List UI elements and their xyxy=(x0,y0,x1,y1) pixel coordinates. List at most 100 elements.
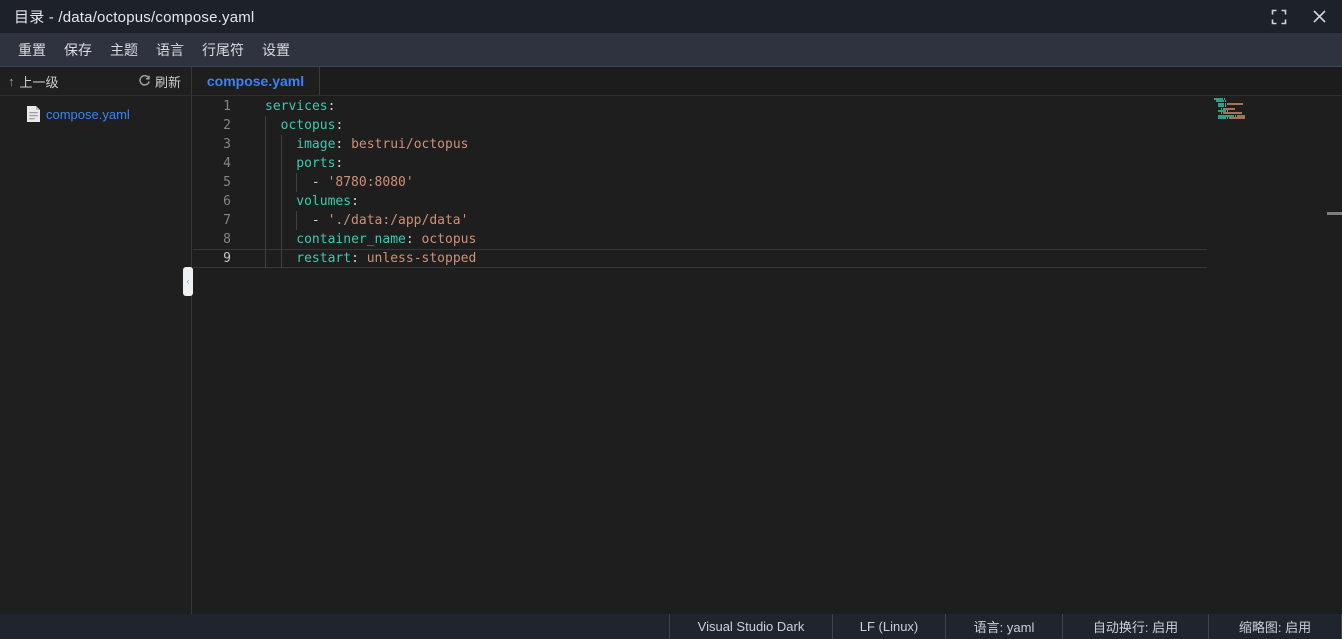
token-key: container_name xyxy=(296,230,406,249)
token-key: services xyxy=(265,97,328,116)
token-punc: : xyxy=(351,192,359,211)
code-text: ports: xyxy=(240,154,343,173)
code-line[interactable]: 6volumes: xyxy=(192,192,1342,211)
token-punc: : xyxy=(406,230,422,249)
editor-app: 目录 - /data/octopus/compose.yaml 重置 xyxy=(0,0,1342,639)
code-line[interactable]: 2octopus: xyxy=(192,116,1342,135)
indent-guide xyxy=(296,211,312,230)
token-punc: : xyxy=(335,116,343,135)
code-text: restart: unless-stopped xyxy=(240,249,476,268)
indent-guide xyxy=(281,135,297,154)
code-text: container_name: octopus xyxy=(240,230,476,249)
indent-guide xyxy=(281,249,297,268)
token-punc: : xyxy=(328,97,336,116)
indent-guide xyxy=(281,230,297,249)
up-arrow-icon: ↑ xyxy=(8,74,15,89)
file-tree: compose.yaml xyxy=(0,96,191,126)
tab-label: compose.yaml xyxy=(207,73,304,89)
menu-bar: 重置保存主题语言行尾符设置 xyxy=(0,33,1342,67)
code-text: services: xyxy=(240,97,335,116)
token-str: './data:/app/data' xyxy=(328,211,469,230)
sidebar-collapse-handle[interactable]: ‹ xyxy=(183,267,193,296)
title-bar: 目录 - /data/octopus/compose.yaml xyxy=(0,0,1342,33)
code-line[interactable]: 8container_name: octopus xyxy=(192,230,1342,249)
sidebar-header: ↑ 上一级 刷新 xyxy=(0,67,191,96)
status-item-4[interactable]: 缩略图: 启用 xyxy=(1208,614,1342,639)
file-name: compose.yaml xyxy=(46,107,130,122)
tab-bar: compose.yaml xyxy=(192,67,1342,96)
status-item-3[interactable]: 自动换行: 启用 xyxy=(1062,614,1208,639)
indent-guide xyxy=(281,154,297,173)
token-str: '8780:8080' xyxy=(328,173,414,192)
code-line[interactable]: 1services: xyxy=(192,97,1342,116)
line-number: 1 xyxy=(192,97,240,116)
code-line[interactable]: 7- './data:/app/data' xyxy=(192,211,1342,230)
token-str: octopus xyxy=(422,230,477,249)
file-icon xyxy=(26,105,41,123)
indent-guide xyxy=(265,135,281,154)
refresh-button[interactable]: 刷新 xyxy=(138,72,181,91)
token-key: octopus xyxy=(281,116,336,135)
window-title: 目录 - /data/octopus/compose.yaml xyxy=(14,6,254,27)
code-lines: 1services:2octopus:3image: bestrui/octop… xyxy=(192,97,1342,268)
indent-guide xyxy=(265,230,281,249)
code-text: volumes: xyxy=(240,192,359,211)
fullscreen-icon xyxy=(1271,9,1287,25)
refresh-label: 刷新 xyxy=(155,72,181,91)
token-key: ports xyxy=(296,154,335,173)
fullscreen-button[interactable] xyxy=(1270,8,1288,26)
line-number: 7 xyxy=(192,211,240,230)
menu-item-5[interactable]: 设置 xyxy=(260,36,292,64)
token-punc: - xyxy=(312,211,328,230)
chevron-left-icon: ‹ xyxy=(187,277,190,286)
token-key: restart xyxy=(296,249,351,268)
editor-column: compose.yaml 1services:2octopus:3image: … xyxy=(192,67,1342,614)
indent-guide xyxy=(281,192,297,211)
token-punc: : xyxy=(351,249,367,268)
file-sidebar: ↑ 上一级 刷新 compose.yaml xyxy=(0,67,192,614)
go-up-button[interactable]: ↑ 上一级 xyxy=(8,72,59,91)
token-str: unless-stopped xyxy=(367,249,477,268)
window-controls xyxy=(1270,8,1328,26)
token-key: volumes xyxy=(296,192,351,211)
indent-guide xyxy=(296,173,312,192)
token-str: bestrui/octopus xyxy=(351,135,468,154)
token-punc: : xyxy=(335,135,351,154)
indent-guide xyxy=(265,249,281,268)
indent-guide xyxy=(265,173,281,192)
code-text: - './data:/app/data' xyxy=(240,211,468,230)
line-number: 9 xyxy=(192,249,240,268)
indent-guide xyxy=(265,211,281,230)
indent-guide xyxy=(281,173,297,192)
line-number: 3 xyxy=(192,135,240,154)
line-number: 6 xyxy=(192,192,240,211)
main-area: ↑ 上一级 刷新 compose.yaml ‹ compose.yaml xyxy=(0,67,1342,614)
indent-guide xyxy=(265,116,281,135)
code-text: image: bestrui/octopus xyxy=(240,135,468,154)
code-line[interactable]: 5- '8780:8080' xyxy=(192,173,1342,192)
close-button[interactable] xyxy=(1310,8,1328,26)
menu-item-0[interactable]: 重置 xyxy=(16,36,48,64)
menu-item-3[interactable]: 语言 xyxy=(154,36,186,64)
code-text: - '8780:8080' xyxy=(240,173,414,192)
file-item[interactable]: compose.yaml xyxy=(0,102,191,126)
code-line[interactable]: 3image: bestrui/octopus xyxy=(192,135,1342,154)
menu-item-2[interactable]: 主题 xyxy=(108,36,140,64)
code-line[interactable]: 4ports: xyxy=(192,154,1342,173)
status-item-0[interactable]: Visual Studio Dark xyxy=(669,614,832,639)
close-icon xyxy=(1312,9,1327,24)
code-editor[interactable]: 1services:2octopus:3image: bestrui/octop… xyxy=(192,96,1342,614)
indent-guide xyxy=(265,154,281,173)
tab-compose.yaml[interactable]: compose.yaml xyxy=(192,67,320,95)
line-number: 5 xyxy=(192,173,240,192)
status-item-2[interactable]: 语言: yaml xyxy=(945,614,1062,639)
menu-item-1[interactable]: 保存 xyxy=(62,36,94,64)
code-text: octopus: xyxy=(240,116,343,135)
code-line[interactable]: 9restart: unless-stopped xyxy=(192,249,1342,268)
menu-item-4[interactable]: 行尾符 xyxy=(200,36,246,64)
line-number: 8 xyxy=(192,230,240,249)
go-up-label: 上一级 xyxy=(20,72,59,91)
indent-guide xyxy=(265,192,281,211)
status-item-1[interactable]: LF (Linux) xyxy=(832,614,945,639)
token-key: image xyxy=(296,135,335,154)
